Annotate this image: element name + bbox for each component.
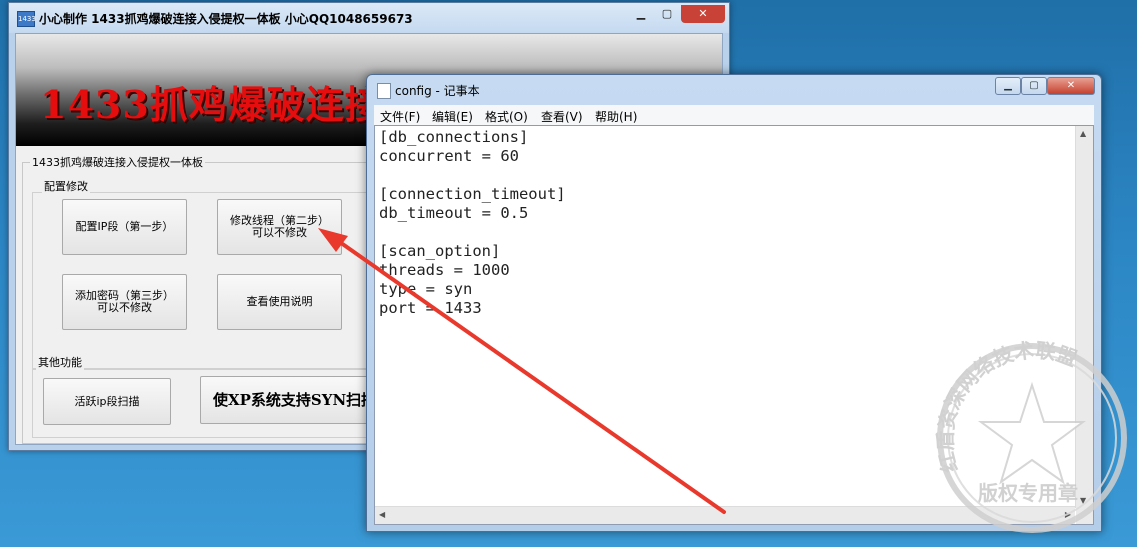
config-group-label: 配置修改 — [42, 178, 90, 194]
config-line: type = syn — [379, 280, 473, 298]
tool-title-bar[interactable]: 1433 小心制作 1433抓鸡爆破连接入侵提权一体板 小心QQ10486596… — [9, 3, 729, 33]
config-line: port = 1433 — [379, 299, 482, 317]
config-line: [connection_timeout] — [379, 185, 566, 203]
scroll-right-icon[interactable]: ▶ — [1065, 510, 1071, 519]
horizontal-scrollbar[interactable]: ◀ ▶ — [375, 506, 1075, 524]
config-line: [scan_option] — [379, 242, 501, 260]
notepad-title: config - 记事本 — [395, 84, 480, 98]
scroll-corner — [1076, 507, 1093, 524]
view-help-button[interactable]: 查看使用说明 — [217, 274, 342, 330]
modify-threads-button[interactable]: 修改线程（第二步） 可以不修改 — [217, 199, 342, 255]
notepad-window: config - 记事本 ▁ ▢ ✕ 文件(F) 编辑(E) 格式(O) 查看(… — [366, 74, 1102, 532]
notepad-close-button[interactable]: ✕ — [1047, 77, 1095, 95]
config-line: db_timeout = 0.5 — [379, 204, 529, 222]
scroll-down-icon[interactable]: ▼ — [1080, 496, 1086, 505]
vertical-scrollbar[interactable]: ▲ ▼ — [1075, 126, 1093, 508]
menu-edit[interactable]: 编辑(E) — [432, 108, 473, 125]
config-ip-button[interactable]: 配置IP段（第一步） — [62, 199, 187, 255]
tool-window-title: 小心制作 1433抓鸡爆破连接入侵提权一体板 小心QQ1048659673 — [39, 12, 413, 26]
add-password-button[interactable]: 添加密码（第三步） 可以不修改 — [62, 274, 187, 330]
menu-help[interactable]: 帮助(H) — [595, 108, 637, 125]
config-line: threads = 1000 — [379, 261, 510, 279]
notepad-menubar: 文件(F) 编辑(E) 格式(O) 查看(V) 帮助(H) — [374, 105, 1094, 126]
active-ip-scan-button[interactable]: 活跃ip段扫描 — [43, 378, 171, 425]
menu-file[interactable]: 文件(F) — [380, 108, 420, 125]
main-group-label: 1433抓鸡爆破连接入侵提权一体板 — [30, 154, 205, 170]
maximize-button[interactable]: ▢ — [655, 5, 679, 23]
xp-syn-button[interactable]: 使XP系统支持SYN扫描 — [200, 376, 380, 424]
config-line: [db_connections] — [379, 128, 529, 146]
menu-view[interactable]: 查看(V) — [541, 108, 583, 125]
minimize-button[interactable]: ▁ — [629, 5, 653, 23]
close-button[interactable]: ✕ — [681, 5, 725, 23]
notepad-text-area[interactable]: [db_connections] concurrent = 60 [connec… — [374, 125, 1094, 525]
scroll-up-icon[interactable]: ▲ — [1080, 129, 1086, 138]
notepad-icon — [377, 83, 391, 99]
app-icon: 1433 — [17, 11, 36, 27]
other-group-label: 其他功能 — [36, 354, 84, 370]
notepad-maximize-button[interactable]: ▢ — [1021, 77, 1047, 95]
menu-format[interactable]: 格式(O) — [485, 108, 528, 125]
config-line: concurrent = 60 — [379, 147, 519, 165]
scroll-left-icon[interactable]: ◀ — [379, 510, 385, 519]
notepad-minimize-button[interactable]: ▁ — [995, 77, 1021, 95]
